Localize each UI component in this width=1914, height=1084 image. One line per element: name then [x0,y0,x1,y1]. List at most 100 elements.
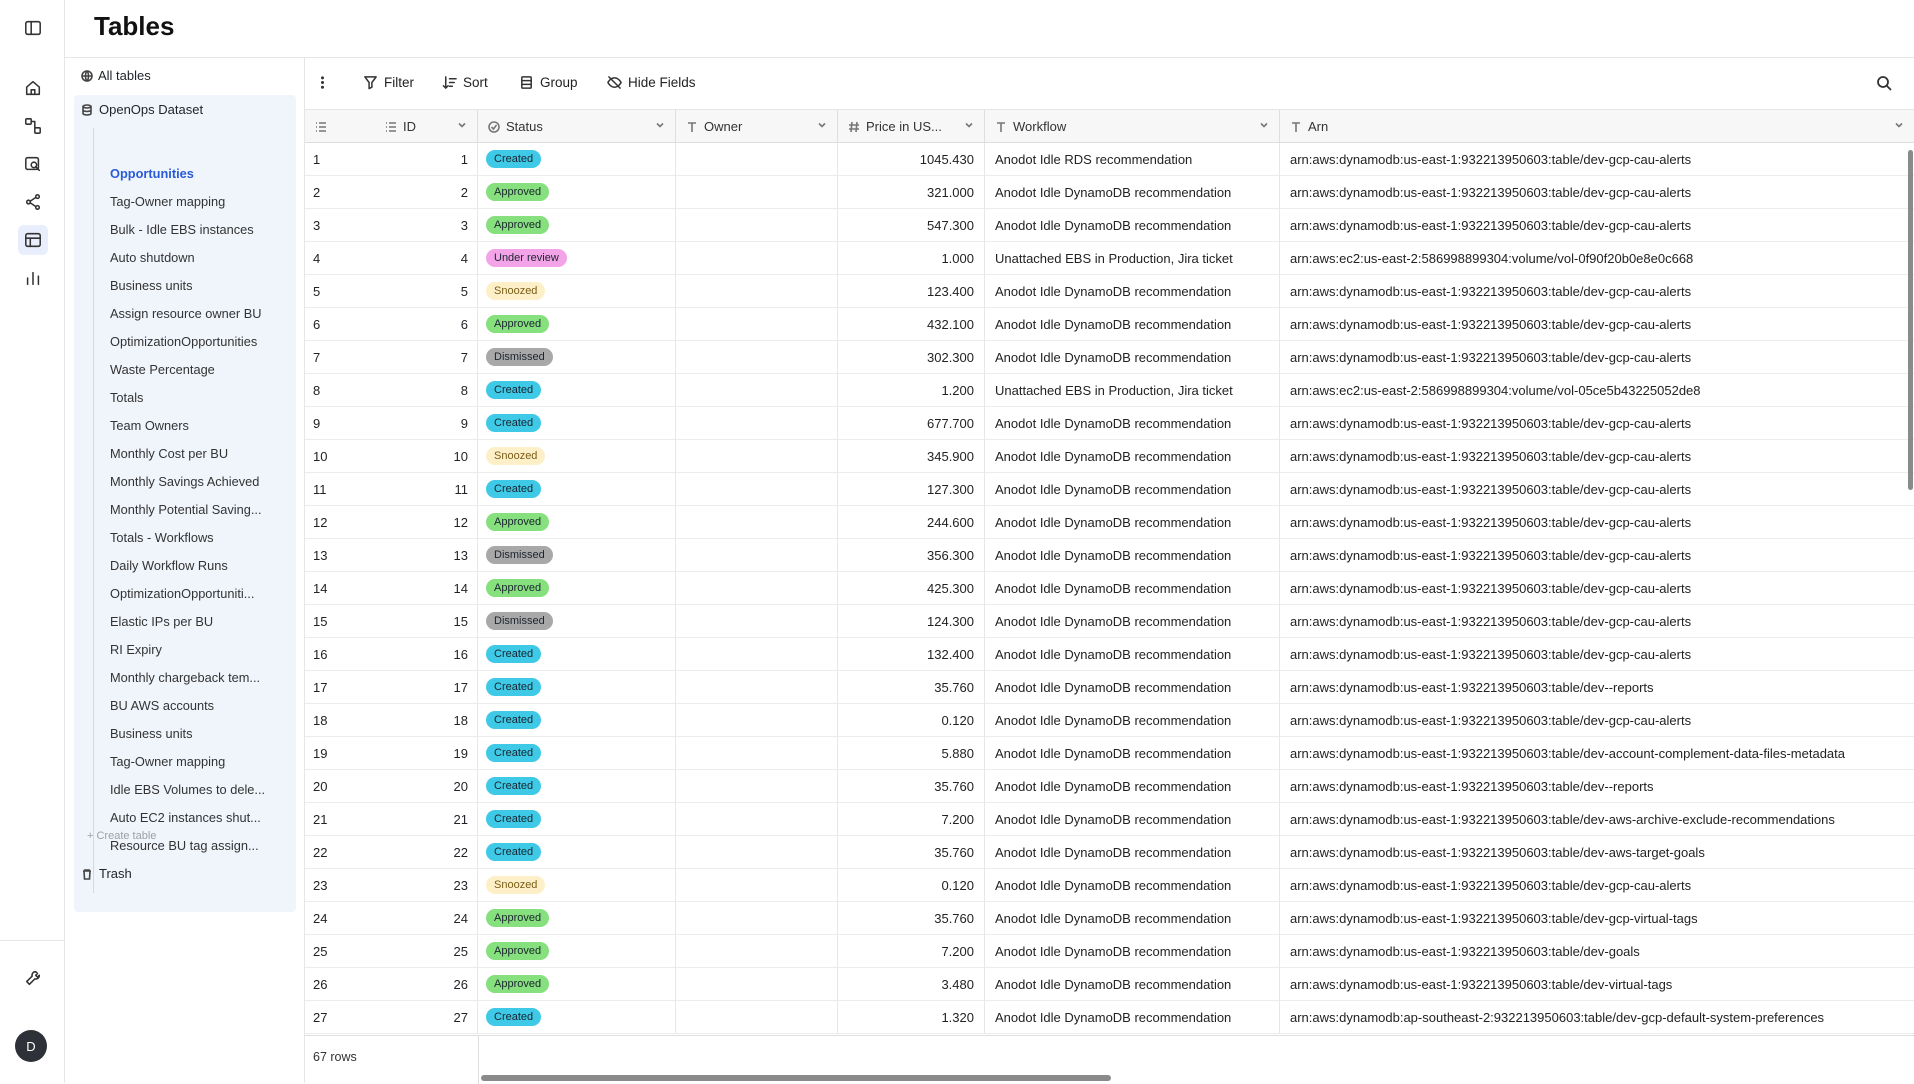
owner-cell[interactable] [676,605,838,638]
id-cell[interactable]: 18 [405,704,478,737]
arn-cell[interactable]: arn:aws:ec2:us-east-2:586998899304:volum… [1280,374,1914,407]
table-row[interactable]: 11 11 Created 127.300 Anodot Idle DynamoDB r… [305,473,1914,506]
arn-cell[interactable]: arn:aws:dynamodb:us-east-1:932213950603:… [1280,275,1914,308]
price-cell[interactable]: 35.760 [838,770,985,803]
arn-cell[interactable]: arn:aws:dynamodb:us-east-1:932213950603:… [1280,968,1914,1001]
id-cell[interactable]: 16 [405,638,478,671]
vertical-scrollbar[interactable] [1908,150,1913,490]
table-row[interactable]: 20 20 Created 35.760 Anodot Idle DynamoDB re… [305,770,1914,803]
header-arn[interactable]: Arn [1280,110,1914,143]
table-row[interactable]: 10 10 Snoozed 345.900 Anodot Idle DynamoDB r… [305,440,1914,473]
table-row[interactable]: 9 9 Created 677.700 Anodot Idle DynamoDB rec… [305,407,1914,440]
id-cell[interactable]: 20 [405,770,478,803]
more-options-button[interactable] [315,75,330,90]
table-row[interactable]: 22 22 Created 35.760 Anodot Idle DynamoDB re… [305,836,1914,869]
sidebar-table-item[interactable]: RI Expiry [110,642,162,657]
owner-cell[interactable] [676,407,838,440]
arn-cell[interactable]: arn:aws:dynamodb:us-east-1:932213950603:… [1280,440,1914,473]
price-cell[interactable]: 35.760 [838,902,985,935]
sidebar-table-item[interactable]: Totals [110,390,143,405]
price-cell[interactable]: 127.300 [838,473,985,506]
status-cell[interactable]: Approved [478,968,676,1001]
sidebar-table-item[interactable]: Monthly Savings Achieved [110,474,259,489]
arn-cell[interactable]: arn:aws:dynamodb:us-east-1:932213950603:… [1280,902,1914,935]
status-cell[interactable]: Created [478,737,676,770]
price-cell[interactable]: 677.700 [838,407,985,440]
table-row[interactable]: 1 1 Created 1045.430 Anodot Idle RDS recomme… [305,143,1914,176]
workflow-cell[interactable]: Anodot Idle DynamoDB recommendation [985,473,1280,506]
status-cell[interactable]: Created [478,473,676,506]
id-cell[interactable]: 14 [405,572,478,605]
owner-cell[interactable] [676,902,838,935]
status-cell[interactable]: Dismissed [478,341,676,374]
id-cell[interactable]: 5 [405,275,478,308]
id-cell[interactable]: 19 [405,737,478,770]
workflow-cell[interactable]: Anodot Idle DynamoDB recommendation [985,836,1280,869]
price-cell[interactable]: 35.760 [838,836,985,869]
id-cell[interactable]: 27 [405,1001,478,1034]
arn-cell[interactable]: arn:aws:dynamodb:us-east-1:932213950603:… [1280,572,1914,605]
workflow-cell[interactable]: Anodot Idle DynamoDB recommendation [985,803,1280,836]
workflow-cell[interactable]: Anodot Idle DynamoDB recommendation [985,935,1280,968]
group-button[interactable]: Group [519,75,578,90]
table-row[interactable]: 27 27 Created 1.320 Anodot Idle DynamoDB rec… [305,1001,1914,1034]
hide-fields-button[interactable]: Hide Fields [607,75,696,90]
price-cell[interactable]: 1.000 [838,242,985,275]
sidebar-table-item[interactable]: Opportunities [110,166,194,181]
table-row[interactable]: 15 15 Dismissed 124.300 Anodot Idle DynamoDB… [305,605,1914,638]
workflow-cell[interactable]: Anodot Idle DynamoDB recommendation [985,572,1280,605]
create-table-button[interactable]: + Create table [87,830,156,842]
id-cell[interactable]: 7 [405,341,478,374]
arn-cell[interactable]: arn:aws:dynamodb:us-east-1:932213950603:… [1280,539,1914,572]
id-cell[interactable]: 24 [405,902,478,935]
sidebar-table-item[interactable]: Auto EC2 instances shut... [110,810,261,825]
status-cell[interactable]: Approved [478,902,676,935]
arn-cell[interactable]: arn:aws:ec2:us-east-2:586998899304:volum… [1280,242,1914,275]
status-cell[interactable]: Snoozed [478,440,676,473]
owner-cell[interactable] [676,275,838,308]
sidebar-table-item[interactable]: OptimizationOpportuniti... [110,586,254,601]
status-cell[interactable]: Snoozed [478,869,676,902]
arn-cell[interactable]: arn:aws:dynamodb:us-east-1:932213950603:… [1280,209,1914,242]
sidebar-table-item[interactable]: BU AWS accounts [110,698,214,713]
sidebar-table-item[interactable]: Business units [110,726,193,741]
workflow-cell[interactable]: Anodot Idle DynamoDB recommendation [985,341,1280,374]
price-cell[interactable]: 123.400 [838,275,985,308]
owner-cell[interactable] [676,803,838,836]
sidebar-table-item[interactable]: Totals - Workflows [110,530,214,545]
header-id[interactable]: ID [305,110,478,143]
id-cell[interactable]: 12 [405,506,478,539]
chevron-down-icon[interactable] [964,120,974,130]
table-row[interactable]: 5 5 Snoozed 123.400 Anodot Idle DynamoDB rec… [305,275,1914,308]
sidebar-table-item[interactable]: Monthly Cost per BU [110,446,228,461]
workflows-icon[interactable] [18,111,48,141]
arn-cell[interactable]: arn:aws:dynamodb:us-east-1:932213950603:… [1280,869,1914,902]
id-cell[interactable]: 2 [405,176,478,209]
owner-cell[interactable] [676,308,838,341]
arn-cell[interactable]: arn:aws:dynamodb:us-east-1:932213950603:… [1280,176,1914,209]
workflow-cell[interactable]: Anodot Idle DynamoDB recommendation [985,275,1280,308]
owner-cell[interactable] [676,638,838,671]
workflow-cell[interactable]: Anodot Idle DynamoDB recommendation [985,968,1280,1001]
price-cell[interactable]: 5.880 [838,737,985,770]
sidebar-table-item[interactable]: OptimizationOpportunities [110,334,257,349]
status-cell[interactable]: Dismissed [478,605,676,638]
id-cell[interactable]: 11 [405,473,478,506]
arn-cell[interactable]: arn:aws:dynamodb:us-east-1:932213950603:… [1280,704,1914,737]
workflow-cell[interactable]: Anodot Idle DynamoDB recommendation [985,407,1280,440]
price-cell[interactable]: 345.900 [838,440,985,473]
owner-cell[interactable] [676,770,838,803]
workflow-cell[interactable]: Anodot Idle DynamoDB recommendation [985,1001,1280,1034]
sort-button[interactable]: Sort [442,75,488,90]
owner-cell[interactable] [676,341,838,374]
sidebar-table-item[interactable]: Business units [110,278,193,293]
owner-cell[interactable] [676,242,838,275]
sidebar-table-item[interactable]: Bulk - Idle EBS instances [110,222,254,237]
chevron-down-icon[interactable] [655,120,665,130]
price-cell[interactable]: 7.200 [838,803,985,836]
sidebar-table-item[interactable]: Monthly Potential Saving... [110,502,262,517]
arn-cell[interactable]: arn:aws:dynamodb:us-east-1:932213950603:… [1280,770,1914,803]
owner-cell[interactable] [676,737,838,770]
sidebar-table-item[interactable]: Daily Workflow Runs [110,558,228,573]
table-row[interactable]: 8 8 Created 1.200 Unattached EBS in Producti… [305,374,1914,407]
